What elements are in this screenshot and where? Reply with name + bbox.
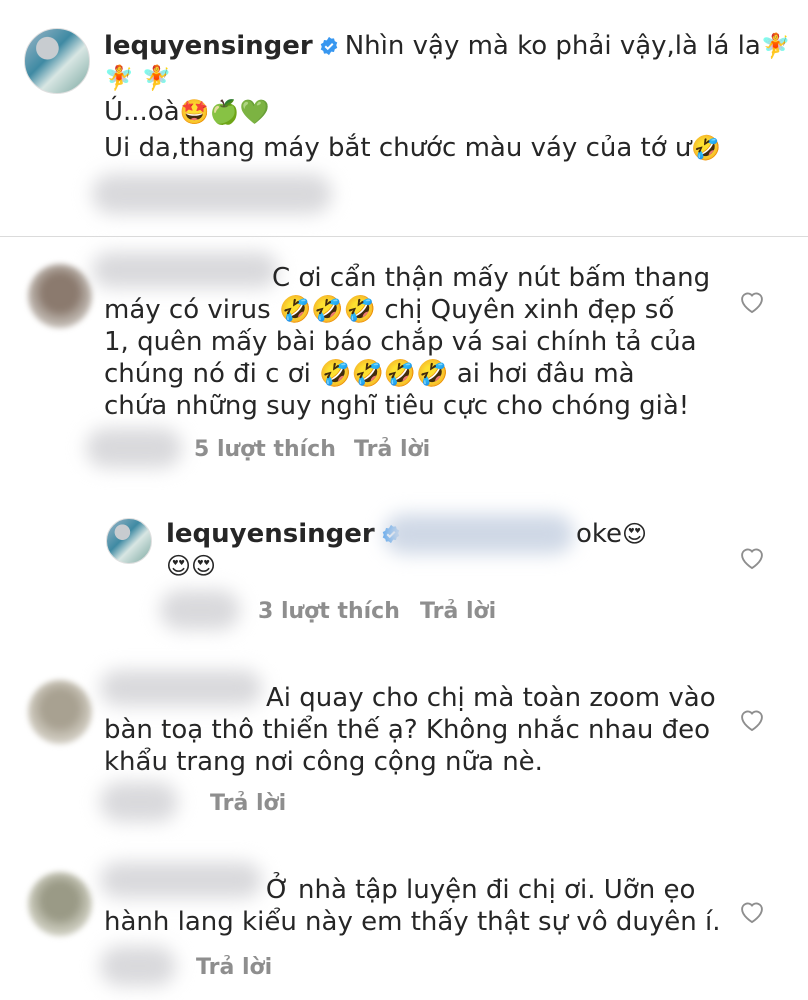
commenter-avatar[interactable] [28,264,92,328]
reply-reply-button[interactable]: Trả lời [420,598,496,626]
caption-emoji-3: 🤩🍏💚 [179,98,270,126]
blurred-timestamp [100,946,176,986]
reply-author-username[interactable]: lequyensinger [166,519,375,549]
blurred-timestamp [86,428,182,468]
comment-1-likes[interactable]: 5 lượt thích [194,436,336,464]
heart-eyes-emoji: 😍 [622,520,648,548]
reply-likes[interactable]: 3 lượt thích [258,598,400,626]
blurred-username[interactable] [100,670,262,706]
caption-line-2: 🧚 🧚 [104,64,172,92]
caption-line-4: Ui da,thang máy bắt chước màu váy của tớ… [104,132,721,164]
reply-author-avatar[interactable] [106,518,152,564]
post-author-username[interactable]: lequyensinger [104,31,313,61]
caption-line-3: Ú...oà🤩🍏💚 [104,96,269,128]
caption-line-1: lequyensinger Nhìn vậy mà ko phải vậy,là … [104,30,791,62]
rofl-emoji: 🤣 [691,134,722,162]
comment-4-line-2: hành lang kiểu này em thấy thật sự vô du… [104,907,721,937]
verified-badge-icon [320,36,337,56]
blurred-username[interactable] [92,252,278,288]
comment-1-line-2: máy có virus 🤣🤣🤣 chị Quyên xinh đẹp số [104,295,675,325]
post-author-avatar[interactable] [24,28,90,94]
caption-text-4: Ui da,thang máy bắt chước màu váy của tớ… [104,133,692,163]
comment-4-line-1: Ở nhà tập luyện đi chị ơi. Uỡn ẹo [266,875,696,905]
reply-text: oke😍 [576,518,647,550]
reply-line-1: lequyensinger [166,518,407,550]
reply-text-content: oke [576,519,623,549]
comment-3-line-1: Ai quay cho chị mà toàn zoom vào [266,683,716,713]
caption-text-1: Nhìn vậy mà ko phải vậy,là lá la [344,31,761,61]
blurred-timestamp [100,782,178,822]
comment-1-line-4: chúng nó đi c ơi 🤣🤣🤣🤣 ai hơi đâu mà [104,359,635,389]
like-heart-icon[interactable] [738,898,766,924]
comment-4-reply-button[interactable]: Trả lời [196,954,272,982]
comment-3-line-3: khẩu trang nơi công cộng nữa nè. [104,747,543,777]
comment-3-line-2: bàn toạ thô thiển thế ạ? Không nhắc nhau… [104,715,711,745]
reply-line-2: 😍😍 [166,552,217,580]
caption-text-3: Ú...oà [104,97,180,127]
blurred-username[interactable] [100,862,262,898]
blurred-mention[interactable] [384,514,574,554]
like-heart-icon[interactable] [738,288,766,314]
comment-1-line-3: 1, quên mấy bài báo chắp vá sai chính tả… [104,327,697,357]
comment-1-line-5: chứa những suy nghĩ tiêu cực cho chóng g… [104,391,690,421]
comment-1-line-1: C ơi cẩn thận mấy nút bấm thang [272,263,711,293]
like-heart-icon[interactable] [738,706,766,732]
comment-3-reply-button[interactable]: Trả lời [210,790,286,818]
blurred-timestamp [92,174,332,214]
like-heart-icon[interactable] [738,544,766,570]
comment-1-reply-button[interactable]: Trả lời [354,436,430,464]
commenter-avatar[interactable] [28,680,92,744]
caption-divider [0,236,808,237]
commenter-avatar[interactable] [28,872,92,936]
blurred-timestamp [160,590,240,630]
fairy-emoji: 🧚 [760,32,791,60]
